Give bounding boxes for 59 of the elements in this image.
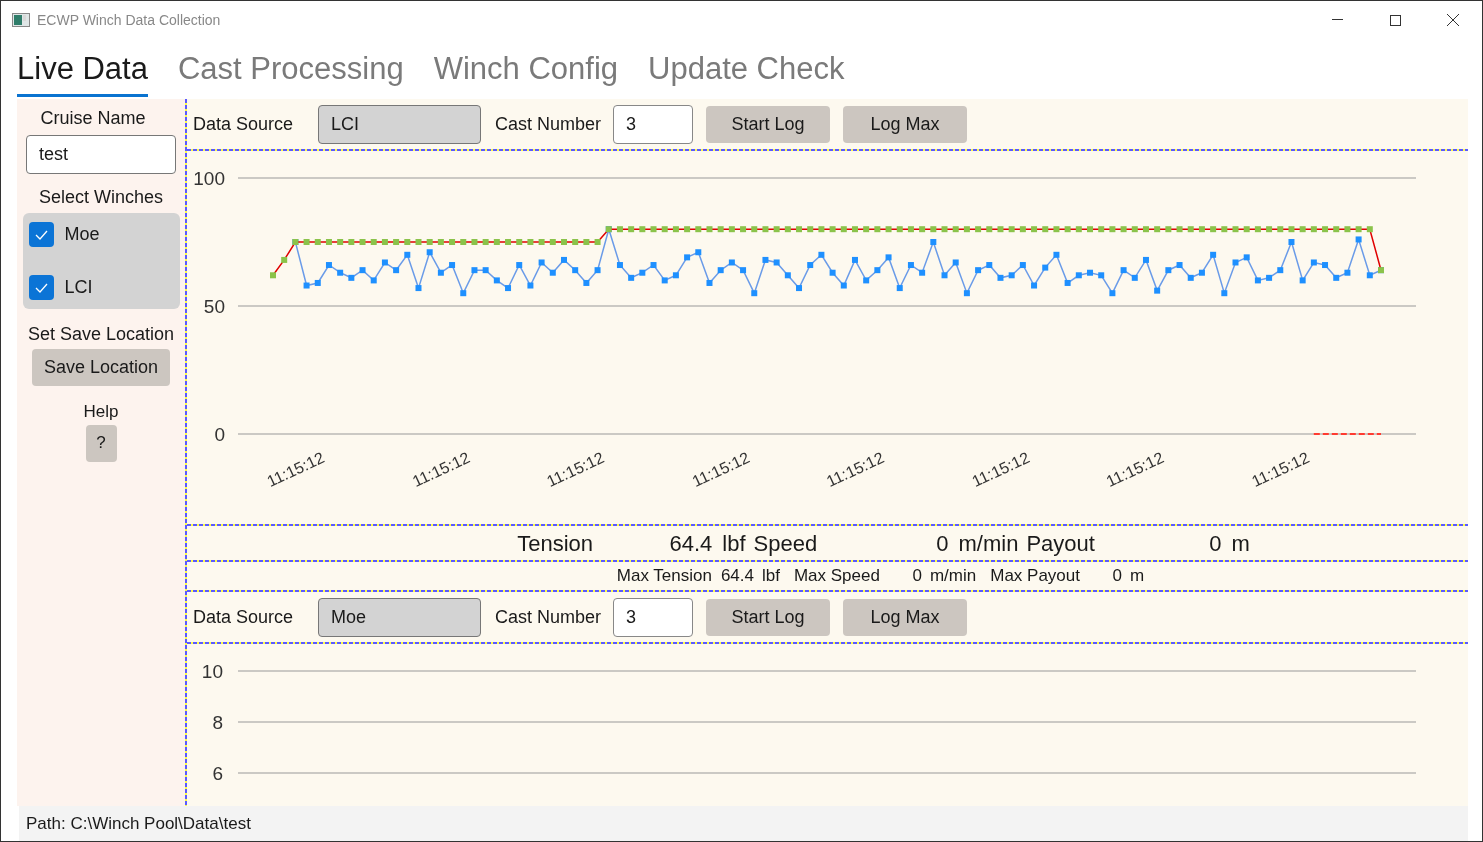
save-location-label: Set Save Location	[27, 323, 175, 346]
readout-label: Max Tension	[616, 565, 712, 588]
log-max-button[interactable]: Log Max	[843, 105, 968, 143]
readout-unit: lbf	[722, 529, 746, 558]
y-tick-label: 8	[212, 712, 223, 733]
maximize-icon	[1389, 14, 1401, 26]
winch-checkbox[interactable]	[28, 275, 54, 300]
readout-value: 0	[1111, 565, 1122, 588]
tab[interactable]: Winch Config	[433, 39, 619, 97]
readout-value: 0	[1208, 529, 1222, 558]
data-source-dropdown[interactable]: Moe	[318, 597, 481, 637]
start-log-button[interactable]: Start Log	[706, 105, 831, 143]
select-winches-label: Select Winches	[38, 186, 164, 209]
readout-label: Max Speed	[793, 565, 880, 588]
y-tick-label: 10	[201, 661, 223, 682]
data-source-dropdown[interactable]: LCI	[318, 104, 481, 144]
cast-number-field[interactable]: 3	[613, 104, 694, 144]
close-icon	[1447, 14, 1459, 26]
y-tick-label: 50	[203, 296, 225, 317]
start-log-button[interactable]: Start Log	[706, 598, 831, 636]
log-max-button[interactable]: Log Max	[843, 598, 968, 636]
readout-unit: lbf	[761, 565, 780, 588]
readout-value: 64.4	[668, 529, 713, 558]
y-tick-label: 6	[212, 763, 223, 784]
winch-label: Moe	[64, 223, 100, 246]
readout-label: Tension	[517, 529, 595, 558]
baseline-line	[1312, 433, 1382, 435]
readout-unit: m	[1231, 529, 1250, 558]
save-location-button[interactable]: Save Location	[32, 349, 170, 386]
readout-value: 0	[935, 529, 949, 558]
readout-value: 64.4	[719, 565, 754, 588]
window-title: ECWP Winch Data Collection	[37, 10, 221, 30]
cast-number-label: Cast Number	[495, 605, 602, 629]
data-source-label: Data Source	[193, 605, 295, 629]
readout-value: 0	[911, 565, 922, 588]
readout-unit: m	[1130, 565, 1145, 588]
cruise-name-field[interactable]: test	[26, 135, 176, 174]
check-icon	[34, 282, 48, 293]
check-icon	[34, 229, 48, 240]
save-path-text: Path: C:\Winch Pool\Data\test	[26, 812, 251, 835]
readout-unit: m/min	[958, 529, 1019, 558]
data-source-label: Data Source	[193, 112, 295, 136]
cruise-name-label: Cruise Name	[40, 107, 146, 130]
winch-label: LCI	[64, 276, 93, 299]
tab[interactable]: Cast Processing	[177, 39, 404, 97]
winch-checkbox[interactable]	[28, 222, 54, 247]
help-label: Help	[83, 401, 119, 423]
y-tick-label: 100	[193, 168, 225, 189]
readout-label: Max Payout	[990, 565, 1080, 588]
help-button[interactable]: ?	[85, 424, 117, 462]
y-tick-label: 0	[214, 424, 225, 445]
tab[interactable]: Update Check	[648, 39, 845, 97]
readout-label: Payout	[1026, 529, 1096, 558]
cast-number-label: Cast Number	[495, 112, 602, 136]
minimize-icon	[1331, 19, 1343, 21]
readout-label: Speed	[753, 529, 819, 558]
cast-number-field[interactable]: 3	[613, 597, 694, 637]
app-icon	[12, 13, 30, 27]
readout-unit: m/min	[929, 565, 977, 588]
